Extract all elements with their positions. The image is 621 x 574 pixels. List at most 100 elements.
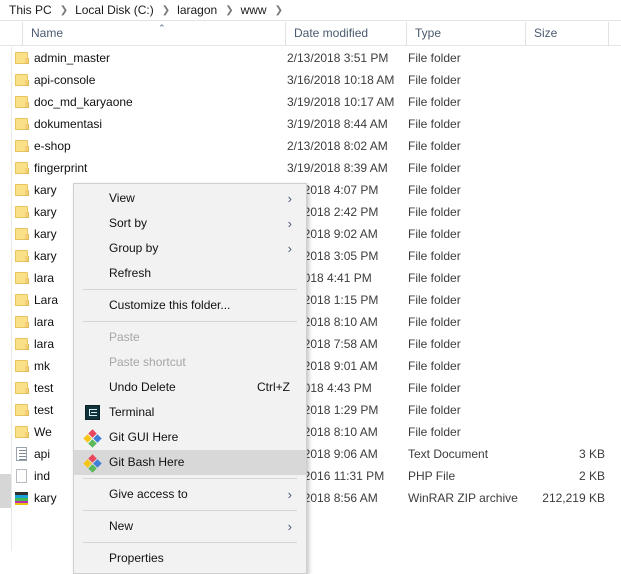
menu-item-properties[interactable]: Properties [74, 546, 306, 571]
menu-item-label: Undo Delete [109, 380, 176, 394]
file-size-cell [500, 157, 605, 179]
chevron-right-icon: › [287, 241, 292, 256]
table-row[interactable]: fingerprint 3/19/2018 8:39 AM File folder [12, 157, 621, 179]
menu-item-view[interactable]: View › [74, 186, 306, 211]
file-type-cell: Text Document [408, 447, 489, 461]
menu-item-label: Refresh [109, 266, 152, 280]
menu-item-give-access-to[interactable]: Give access to › [74, 482, 306, 507]
menu-item-label: Give access to [109, 487, 188, 501]
file-type-cell: File folder [408, 161, 461, 175]
file-name-cell: kary [34, 183, 57, 197]
file-size-cell [500, 47, 605, 69]
menu-item-terminal[interactable]: Terminal [74, 400, 306, 425]
file-size-cell [500, 399, 605, 421]
breadcrumb[interactable]: This PC ❯ Local Disk (C:) ❯ laragon ❯ www ❯ [0, 0, 621, 21]
breadcrumb-separator-icon[interactable]: ❯ [155, 5, 176, 16]
folder-icon [14, 205, 30, 220]
file-type-cell: File folder [408, 205, 461, 219]
context-menu[interactable]: View › Sort by › Group by › Refresh Customize t… [73, 183, 307, 574]
folder-icon [14, 117, 30, 132]
file-type-cell: File folder [408, 139, 461, 153]
file-size-cell: 212,219 KB [542, 491, 605, 505]
table-row[interactable]: doc_md_karyaone 3/19/2018 10:17 AM File fo… [12, 91, 621, 113]
column-header-size[interactable]: Size [525, 22, 607, 45]
git-icon [83, 454, 102, 473]
menu-item-refresh[interactable]: Refresh [74, 261, 306, 286]
file-size-cell [500, 377, 605, 399]
file-size-cell [500, 355, 605, 377]
table-row[interactable]: admin_master 2/13/2018 3:51 PM File folder [12, 47, 621, 69]
menu-item-label: Paste shortcut [109, 355, 186, 369]
file-name-cell: admin_master [34, 51, 111, 65]
folder-icon [14, 271, 30, 286]
breadcrumb-item[interactable]: www [240, 3, 268, 17]
column-header-type[interactable]: Type [406, 22, 524, 45]
file-size-cell [500, 289, 605, 311]
file-type-cell: File folder [408, 403, 461, 417]
file-size-cell [500, 201, 605, 223]
folder-icon [14, 359, 30, 374]
file-size-cell [500, 267, 605, 289]
menu-item-git-bash-here[interactable]: Git Bash Here [74, 450, 306, 475]
menu-item-label: Git Bash Here [109, 455, 185, 469]
file-size-cell [500, 333, 605, 355]
breadcrumb-item[interactable]: Local Disk (C:) [74, 3, 155, 17]
menu-item-label: Paste [109, 330, 140, 344]
table-row[interactable]: api-console 3/16/2018 10:18 AM File folder [12, 69, 621, 91]
file-type-cell: File folder [408, 249, 461, 263]
text-file-icon [14, 447, 30, 462]
file-type-cell: PHP File [408, 469, 456, 483]
menu-item-label: Git GUI Here [109, 430, 179, 444]
folder-icon [14, 249, 30, 264]
menu-item-label: Terminal [109, 405, 155, 419]
menu-item-label: Properties [109, 551, 164, 565]
file-size-cell [500, 421, 605, 443]
file-name-cell: dokumentasi [34, 117, 103, 131]
menu-item-shortcut: Ctrl+Z [257, 380, 290, 394]
breadcrumb-separator-icon[interactable]: ❯ [268, 5, 289, 16]
menu-item-label: Customize this folder... [109, 298, 231, 312]
menu-item-label: Group by [109, 241, 159, 255]
breadcrumb-item[interactable]: This PC [8, 3, 53, 17]
folder-icon [14, 315, 30, 330]
table-row[interactable]: e-shop 2/13/2018 8:02 AM File folder [12, 135, 621, 157]
breadcrumb-item[interactable]: laragon [176, 3, 218, 17]
menu-separator [83, 542, 297, 543]
column-header-date-modified[interactable]: Date modified [285, 22, 405, 45]
file-name-cell: ind [34, 469, 51, 483]
terminal-icon [85, 405, 101, 421]
file-date-cell: 3/16/2018 10:18 AM [287, 73, 395, 87]
chevron-right-icon: › [287, 519, 292, 534]
file-size-cell [500, 91, 605, 113]
menu-item-sort-by[interactable]: Sort by › [74, 211, 306, 236]
menu-item-group-by[interactable]: Group by › [74, 236, 306, 261]
menu-separator [83, 510, 297, 511]
column-header-spacer [608, 22, 621, 45]
file-date-cell: 2/13/2018 3:51 PM [287, 51, 389, 65]
chevron-right-icon: › [287, 487, 292, 502]
breadcrumb-separator-icon[interactable]: ❯ [53, 5, 74, 16]
menu-item-git-gui-here[interactable]: Git GUI Here [74, 425, 306, 450]
file-type-cell: File folder [408, 315, 461, 329]
menu-separator [83, 478, 297, 479]
file-date-cell: 3/19/2018 10:17 AM [287, 95, 395, 109]
chevron-right-icon: › [287, 216, 292, 231]
navigation-pane-scroll-thumb[interactable] [0, 474, 11, 508]
file-name-cell: Lara [34, 293, 59, 307]
file-name-cell: kary [34, 205, 57, 219]
navigation-pane-splitter[interactable] [0, 47, 12, 551]
menu-item-paste: Paste [74, 325, 306, 350]
table-row[interactable]: dokumentasi 3/19/2018 8:44 AM File folder [12, 113, 621, 135]
file-date-cell: 2/13/2018 8:02 AM [287, 139, 388, 153]
file-size-cell [500, 69, 605, 91]
breadcrumb-separator-icon[interactable]: ❯ [218, 5, 239, 16]
column-header-date-label: Date modified [294, 26, 369, 40]
file-name-cell: We [34, 425, 52, 439]
column-header-name[interactable]: Name ⌃ [22, 22, 284, 45]
file-type-cell: File folder [408, 227, 461, 241]
menu-item-new[interactable]: New › [74, 514, 306, 539]
menu-item-customize-this-folder[interactable]: Customize this folder... [74, 293, 306, 318]
file-size-cell [500, 245, 605, 267]
menu-item-undo-delete[interactable]: Undo Delete Ctrl+Z [74, 375, 306, 400]
folder-icon [14, 381, 30, 396]
